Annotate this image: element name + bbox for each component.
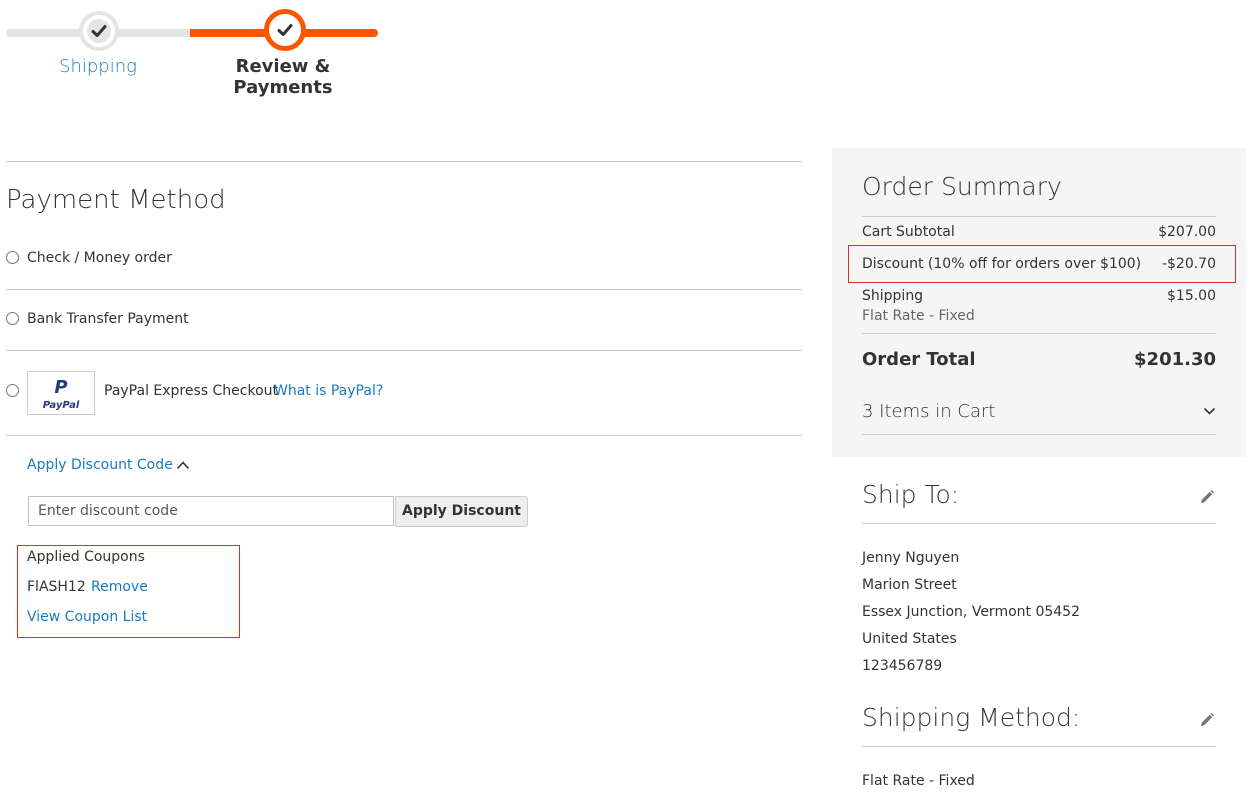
step-review-indicator [264,9,306,51]
coupon-code: FlASH12 [27,579,86,595]
option-label-check-money-order[interactable]: Check / Money order [27,250,172,266]
step-shipping-label[interactable]: Shipping [40,56,156,77]
ship-to-name: Jenny Nguyen [862,550,960,566]
pencil-edit-icon[interactable] [1199,712,1215,728]
payment-method-title: Payment Method [6,185,226,215]
divider [862,434,1216,435]
order-total-value: $201.30 [1134,349,1216,370]
divider [862,216,1216,217]
order-summary-title: Order Summary [862,172,1062,201]
divider [862,746,1216,747]
divider [6,350,802,351]
ship-to-city: Essex Junction, Vermont 05452 [862,604,1080,620]
order-total-label: Order Total [862,349,976,370]
ship-to-title: Ship To: [862,480,960,509]
radio-bank-transfer[interactable] [6,312,19,325]
shipping-method-label: Flat Rate - Fixed [862,308,975,324]
paypal-logo-icon: P PayPal [43,377,80,411]
discount-code-field[interactable] [28,496,394,526]
cart-subtotal-label: Cart Subtotal [862,224,955,240]
ship-to-phone-link[interactable]: 123456789 [862,658,942,674]
ship-to-street: Marion Street [862,577,957,593]
discount-code-input[interactable] [29,497,378,525]
shipping-method-value: Flat Rate - Fixed [862,773,975,789]
ship-to-country: United States [862,631,957,647]
discount-value: -$20.70 [1161,256,1216,272]
svg-text:PayPal: PayPal [43,400,80,411]
apply-discount-button[interactable]: Apply Discount [395,496,528,527]
cart-subtotal-value: $207.00 [1158,224,1216,240]
chevron-down-icon[interactable] [1203,407,1216,416]
view-coupon-list-link[interactable]: View Coupon List [27,609,147,625]
chevron-up-icon[interactable] [176,460,190,470]
divider [862,523,1216,524]
pencil-edit-icon[interactable] [1199,489,1215,505]
step-review-label: Review & Payments [233,56,333,98]
option-label-paypal-express[interactable]: PayPal Express Checkout [104,383,278,399]
applied-coupons-title: Applied Coupons [27,549,145,565]
items-in-cart-toggle[interactable]: 3 Items in Cart [862,401,995,422]
option-label-bank-transfer[interactable]: Bank Transfer Payment [27,311,189,327]
shipping-value: $15.00 [1167,288,1216,304]
checkmark-icon [91,25,107,37]
discount-label: Discount (10% off for orders over $100) [862,256,1142,272]
divider [862,333,1216,334]
step-shipping-indicator[interactable] [79,11,119,51]
shipping-label: Shipping [862,288,924,304]
svg-text:P: P [54,377,67,398]
remove-coupon-link[interactable]: Remove [91,579,148,595]
paypal-logo: P PayPal [27,371,95,415]
shipping-method-title: Shipping Method: [862,703,1081,732]
what-is-paypal-link[interactable]: What is PayPal? [274,383,383,399]
checkmark-icon [277,24,293,36]
apply-discount-toggle[interactable]: Apply Discount Code [27,457,173,473]
divider [6,289,802,290]
divider [6,435,802,436]
radio-check-money-order[interactable] [6,251,19,264]
divider [6,161,802,162]
radio-paypal-express[interactable] [6,384,19,397]
